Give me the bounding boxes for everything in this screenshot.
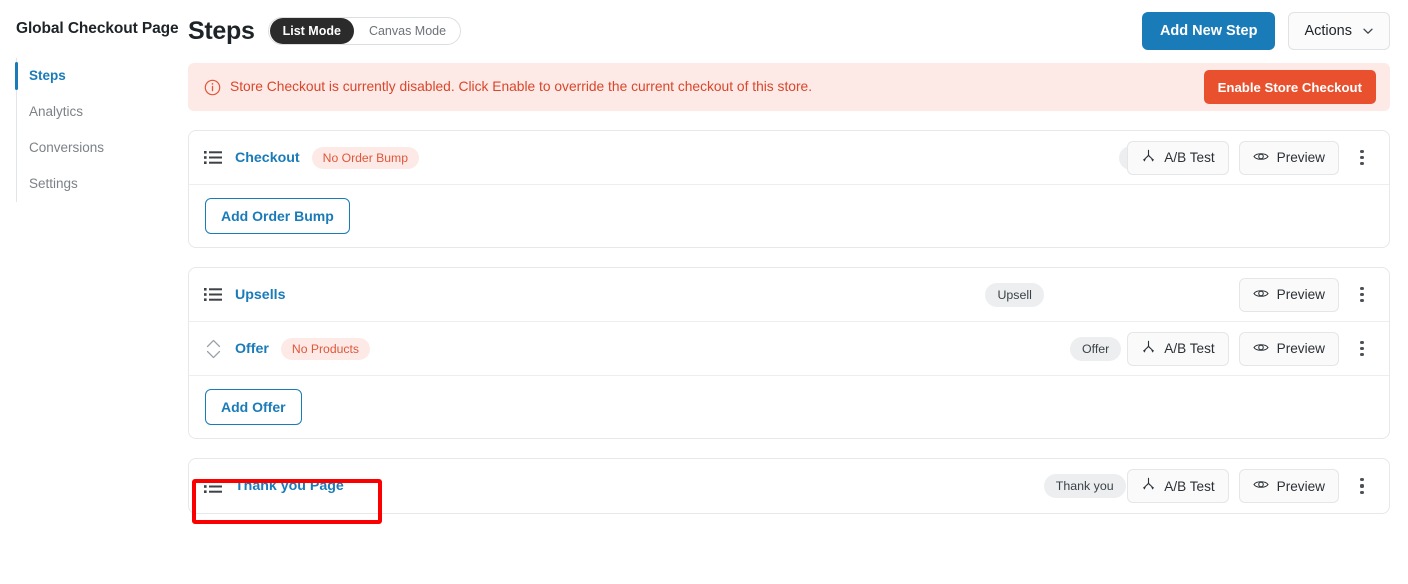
sort-updown-icon[interactable]: [204, 337, 223, 361]
row-actions: A/B Test Preview: [1127, 331, 1373, 366]
step-name-link[interactable]: Checkout: [235, 150, 300, 166]
ab-test-label: A/B Test: [1164, 150, 1215, 165]
table-row[interactable]: Offer No Products Offer A/B Test Preview: [189, 322, 1389, 376]
step-card-checkout: Checkout No Order Bump Checkout: [188, 130, 1390, 248]
store-checkout-disabled-alert: Store Checkout is currently disabled. Cl…: [188, 63, 1390, 111]
sidebar-item-steps[interactable]: Steps: [15, 58, 188, 94]
list-lines-icon[interactable]: [204, 286, 223, 303]
enable-store-checkout-button[interactable]: Enable Store Checkout: [1203, 70, 1376, 104]
list-lines-icon[interactable]: [204, 149, 223, 166]
row-actions: A/B Test Preview: [1127, 140, 1373, 175]
ab-test-button[interactable]: A/B Test: [1127, 469, 1229, 503]
eye-icon: [1253, 341, 1269, 357]
type-pill-wrap: Offer: [370, 336, 1127, 361]
preview-button[interactable]: Preview: [1238, 331, 1339, 366]
ab-split-icon: [1141, 477, 1156, 495]
sidebar-title: Global Checkout Page: [16, 20, 179, 37]
ab-test-label: A/B Test: [1164, 341, 1215, 356]
info-circle-icon: [204, 79, 221, 96]
eye-icon: [1253, 287, 1269, 303]
step-card-upsells: Upsells Upsell Preview Offer No Products…: [188, 267, 1390, 439]
card-action-row: Add Order Bump: [189, 185, 1389, 247]
step-name-link[interactable]: Thank you Page: [235, 478, 344, 494]
table-row[interactable]: Checkout No Order Bump Checkout: [189, 131, 1389, 185]
eye-icon: [1253, 150, 1269, 166]
view-mode-toggle[interactable]: List Mode Canvas Mode: [267, 17, 462, 45]
page-toolbar: Steps List Mode Canvas Mode Add New Step…: [188, 0, 1390, 52]
row-left: Offer No Products: [204, 337, 370, 361]
list-lines-icon[interactable]: [204, 478, 223, 495]
row-actions: A/B Test Preview: [1127, 469, 1373, 503]
add-order-bump-button[interactable]: Add Order Bump: [205, 198, 350, 234]
ab-test-button[interactable]: A/B Test: [1127, 140, 1229, 175]
preview-label: Preview: [1276, 150, 1325, 165]
sidebar-item-conversions[interactable]: Conversions: [17, 130, 188, 166]
page-title: Steps: [188, 17, 255, 45]
row-middle: Thank you: [344, 474, 1127, 498]
status-badge: No Order Bump: [311, 146, 419, 169]
sidebar-nav: Steps Analytics Conversions Settings: [15, 58, 188, 202]
step-type-badge: Upsell: [985, 282, 1044, 307]
tab-canvas-mode[interactable]: Canvas Mode: [356, 18, 459, 44]
step-type-badge: Thank you: [1043, 474, 1126, 498]
table-row[interactable]: Upsells Upsell Preview: [189, 268, 1389, 322]
row-middle: Checkout: [419, 145, 1196, 170]
row-left: Upsells: [204, 286, 285, 303]
preview-button[interactable]: Preview: [1238, 277, 1339, 312]
more-vertical-icon[interactable]: [1351, 471, 1373, 501]
add-offer-button[interactable]: Add Offer: [205, 389, 302, 425]
more-vertical-icon[interactable]: [1351, 280, 1373, 310]
step-type-badge: Offer: [1069, 336, 1122, 361]
step-name-link[interactable]: Offer: [235, 341, 269, 357]
preview-button[interactable]: Preview: [1238, 140, 1339, 175]
row-left: Checkout No Order Bump: [204, 146, 419, 169]
table-row[interactable]: Thank you Page Thank you A/B Test Previe…: [189, 459, 1389, 513]
more-vertical-icon[interactable]: [1351, 334, 1373, 364]
sidebar: Global Checkout Page Steps Analytics Con…: [0, 0, 188, 584]
type-pill-wrap: Upsell: [285, 282, 1238, 307]
preview-label: Preview: [1276, 287, 1325, 302]
preview-label: Preview: [1276, 478, 1325, 494]
step-name-link[interactable]: Upsells: [235, 287, 285, 303]
ab-test-label: A/B Test: [1164, 478, 1215, 494]
type-pill-wrap: Checkout: [419, 145, 1196, 170]
tab-list-mode[interactable]: List Mode: [269, 18, 354, 44]
row-actions: Preview: [1238, 277, 1373, 312]
row-middle: Offer: [370, 336, 1127, 361]
actions-button[interactable]: Actions: [1288, 12, 1390, 50]
ab-split-icon: [1141, 149, 1156, 167]
sidebar-item-settings[interactable]: Settings: [17, 166, 188, 202]
preview-button[interactable]: Preview: [1238, 469, 1339, 503]
app-root: Global Checkout Page Steps Analytics Con…: [0, 0, 1408, 584]
more-vertical-icon[interactable]: [1351, 143, 1373, 173]
row-middle: Upsell: [285, 282, 1238, 307]
card-action-row: Add Offer: [189, 376, 1389, 438]
add-new-step-button[interactable]: Add New Step: [1141, 12, 1276, 50]
row-left: Thank you Page: [204, 478, 344, 495]
actions-button-label: Actions: [1304, 23, 1352, 39]
eye-icon: [1253, 478, 1269, 494]
ab-test-button[interactable]: A/B Test: [1127, 331, 1229, 366]
step-card-thank-you: Thank you Page Thank you A/B Test Previe…: [188, 458, 1390, 514]
preview-label: Preview: [1276, 341, 1325, 356]
sidebar-item-analytics[interactable]: Analytics: [17, 94, 188, 130]
alert-message: Store Checkout is currently disabled. Cl…: [230, 79, 813, 94]
main-content: Steps List Mode Canvas Mode Add New Step…: [188, 0, 1408, 584]
chevron-down-icon: [1362, 25, 1374, 37]
type-pill-wrap: Thank you: [344, 474, 1127, 498]
ab-split-icon: [1141, 340, 1156, 358]
status-badge: No Products: [280, 337, 370, 360]
